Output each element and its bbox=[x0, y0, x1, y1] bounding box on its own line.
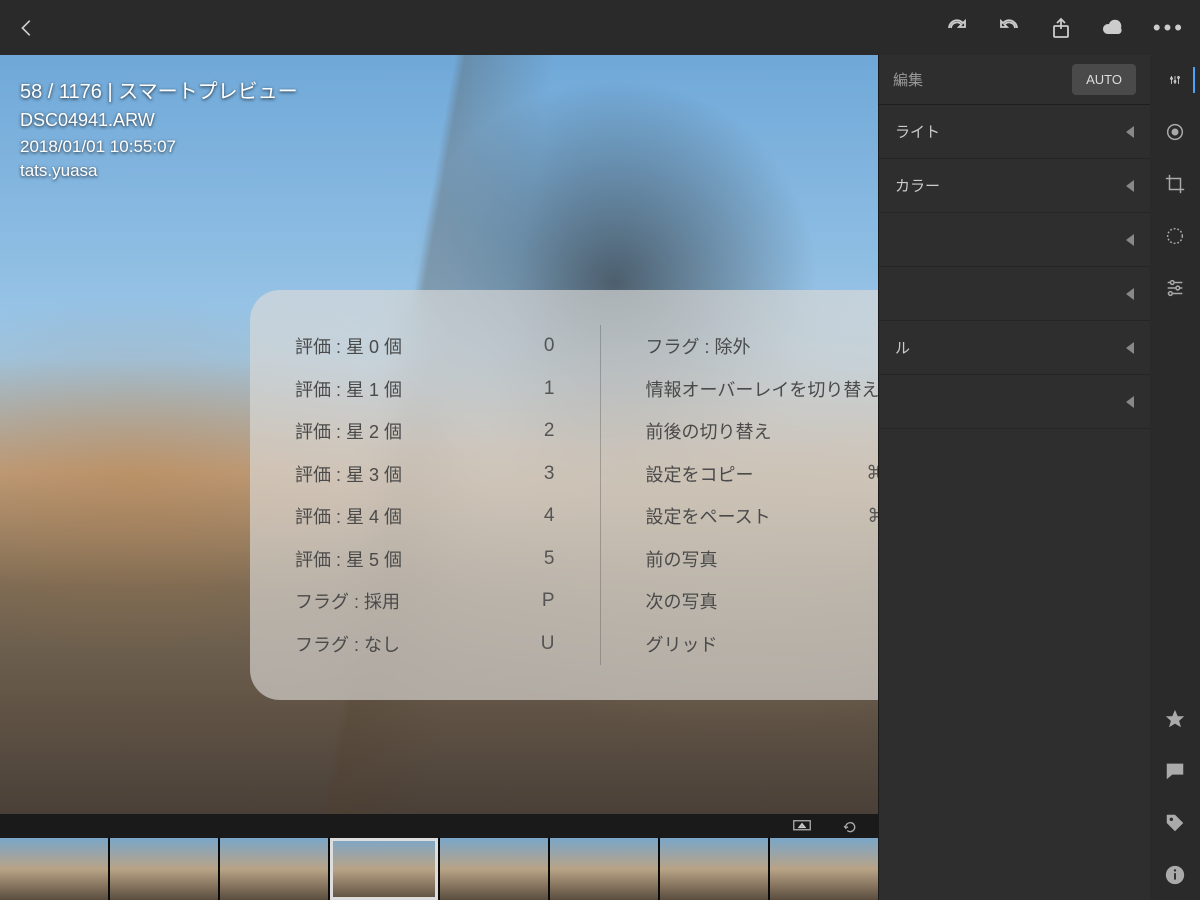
author-line: tats.yuasa bbox=[20, 161, 298, 181]
thumbnail[interactable] bbox=[0, 838, 108, 900]
shortcut-row: 情報オーバーレイを切り替えI bbox=[646, 368, 879, 411]
collapse-triangle-icon bbox=[1126, 234, 1134, 246]
edit-section-label: ル bbox=[895, 337, 910, 358]
shortcut-key: 5 bbox=[544, 548, 555, 570]
thumbnail[interactable] bbox=[330, 838, 438, 900]
shortcut-row: 評価 : 星 5 個5 bbox=[295, 538, 555, 581]
edit-section-row[interactable] bbox=[879, 375, 1150, 429]
shortcut-row: 前後の切り替えY bbox=[646, 410, 879, 453]
shortcut-label: 情報オーバーレイを切り替え bbox=[646, 376, 879, 402]
info-overlay: 58 / 1176 | スマートプレビュー DSC04941.ARW 2018/… bbox=[20, 75, 298, 181]
shortcut-label: 評価 : 星 1 個 bbox=[295, 376, 544, 402]
shortcut-key: 4 bbox=[544, 505, 555, 527]
shortcut-label: 評価 : 星 0 個 bbox=[295, 333, 544, 359]
shortcut-row: 前の写真◀ bbox=[646, 538, 879, 581]
shortcut-key: U bbox=[541, 633, 555, 655]
filename-line: DSC04941.ARW bbox=[20, 110, 298, 131]
edit-section-row[interactable] bbox=[879, 213, 1150, 267]
edit-panel-title: 編集 bbox=[893, 69, 923, 90]
filmstrip-toolbar bbox=[0, 814, 878, 838]
collapse-triangle-icon bbox=[1126, 396, 1134, 408]
shortcut-label: グリッド bbox=[646, 631, 879, 657]
thumbnail[interactable] bbox=[110, 838, 218, 900]
filmstrip-toggle-icon[interactable] bbox=[790, 814, 814, 838]
crop-icon[interactable] bbox=[1162, 171, 1188, 197]
shortcut-row: フラグ : なしU bbox=[295, 623, 555, 666]
auto-button[interactable]: AUTO bbox=[1072, 64, 1136, 95]
collapse-triangle-icon bbox=[1126, 126, 1134, 138]
shortcut-label: 設定をコピー bbox=[646, 461, 867, 487]
keyboard-shortcuts-overlay: 評価 : 星 0 個0評価 : 星 1 個1評価 : 星 2 個2評価 : 星 … bbox=[250, 290, 878, 700]
shortcut-row: グリッドG bbox=[646, 623, 879, 666]
reset-icon[interactable] bbox=[839, 814, 863, 838]
shortcut-label: 前の写真 bbox=[646, 546, 879, 572]
shortcut-label: 設定をペースト bbox=[646, 503, 868, 529]
shortcut-row: 評価 : 星 4 個4 bbox=[295, 495, 555, 538]
collapse-triangle-icon bbox=[1126, 180, 1134, 192]
star-icon[interactable] bbox=[1162, 706, 1188, 732]
presets-icon[interactable] bbox=[1162, 275, 1188, 301]
shortcut-row: フラグ : 除外X bbox=[646, 325, 879, 368]
share-icon[interactable] bbox=[1049, 16, 1073, 40]
shortcut-key: P bbox=[542, 590, 555, 612]
shortcut-label: フラグ : なし bbox=[295, 631, 541, 657]
shortcut-key: 0 bbox=[544, 335, 555, 357]
shortcut-label: 前後の切り替え bbox=[646, 418, 879, 444]
shortcut-row: 評価 : 星 1 個1 bbox=[295, 368, 555, 411]
datetime-line: 2018/01/01 10:55:07 bbox=[20, 137, 298, 157]
redo-icon[interactable] bbox=[945, 16, 969, 40]
shortcut-label: 評価 : 星 5 個 bbox=[295, 546, 544, 572]
shortcut-label: 次の写真 bbox=[646, 588, 879, 614]
shortcut-label: フラグ : 採用 bbox=[295, 588, 542, 614]
tool-rail bbox=[1150, 55, 1200, 900]
image-viewer: 58 / 1176 | スマートプレビュー DSC04941.ARW 2018/… bbox=[0, 55, 878, 900]
cloud-icon[interactable] bbox=[1101, 16, 1125, 40]
tag-icon[interactable] bbox=[1162, 810, 1188, 836]
more-icon[interactable]: ••• bbox=[1153, 15, 1185, 41]
healing-icon[interactable] bbox=[1162, 119, 1188, 145]
adjust-icon[interactable] bbox=[1169, 67, 1195, 93]
edit-section-label: カラー bbox=[895, 175, 940, 196]
shortcut-row: 評価 : 星 3 個3 bbox=[295, 453, 555, 496]
shortcut-row: 評価 : 星 0 個0 bbox=[295, 325, 555, 368]
shortcut-key: ⌘C bbox=[866, 462, 878, 485]
undo-icon[interactable] bbox=[997, 16, 1021, 40]
back-button[interactable] bbox=[15, 16, 39, 40]
shortcut-label: フラグ : 除外 bbox=[646, 333, 879, 359]
thumbnail[interactable] bbox=[440, 838, 548, 900]
mask-icon[interactable] bbox=[1162, 223, 1188, 249]
shortcut-key: 1 bbox=[544, 378, 555, 400]
comment-icon[interactable] bbox=[1162, 758, 1188, 784]
edit-section-row[interactable]: ライト bbox=[879, 105, 1150, 159]
thumbnail[interactable] bbox=[550, 838, 658, 900]
thumbnail[interactable] bbox=[220, 838, 328, 900]
shortcut-row: 次の写真▶ bbox=[646, 580, 879, 623]
info-icon[interactable] bbox=[1162, 862, 1188, 888]
edit-section-row[interactable]: カラー bbox=[879, 159, 1150, 213]
filmstrip bbox=[0, 838, 878, 900]
shortcut-row: フラグ : 採用P bbox=[295, 580, 555, 623]
collapse-triangle-icon bbox=[1126, 288, 1134, 300]
shortcut-label: 評価 : 星 2 個 bbox=[295, 418, 544, 444]
edit-section-label: ライト bbox=[895, 121, 940, 142]
shortcut-key: 3 bbox=[544, 463, 555, 485]
shortcut-key: 2 bbox=[544, 420, 555, 442]
shortcut-label: 評価 : 星 3 個 bbox=[295, 461, 544, 487]
shortcut-label: 評価 : 星 4 個 bbox=[295, 503, 544, 529]
shortcut-row: 設定をペースト⌘V bbox=[646, 495, 879, 538]
collapse-triangle-icon bbox=[1126, 342, 1134, 354]
shortcut-row: 設定をコピー⌘C bbox=[646, 453, 879, 496]
thumbnail[interactable] bbox=[660, 838, 768, 900]
edit-section-row[interactable]: ル bbox=[879, 321, 1150, 375]
edit-panel: 編集 AUTO ライトカラール bbox=[878, 55, 1150, 900]
edit-section-row[interactable] bbox=[879, 267, 1150, 321]
shortcut-key: ⌘V bbox=[867, 505, 878, 528]
counter-line: 58 / 1176 | スマートプレビュー bbox=[20, 75, 298, 104]
thumbnail[interactable] bbox=[770, 838, 878, 900]
shortcut-row: 評価 : 星 2 個2 bbox=[295, 410, 555, 453]
top-bar: ••• bbox=[0, 0, 1200, 55]
